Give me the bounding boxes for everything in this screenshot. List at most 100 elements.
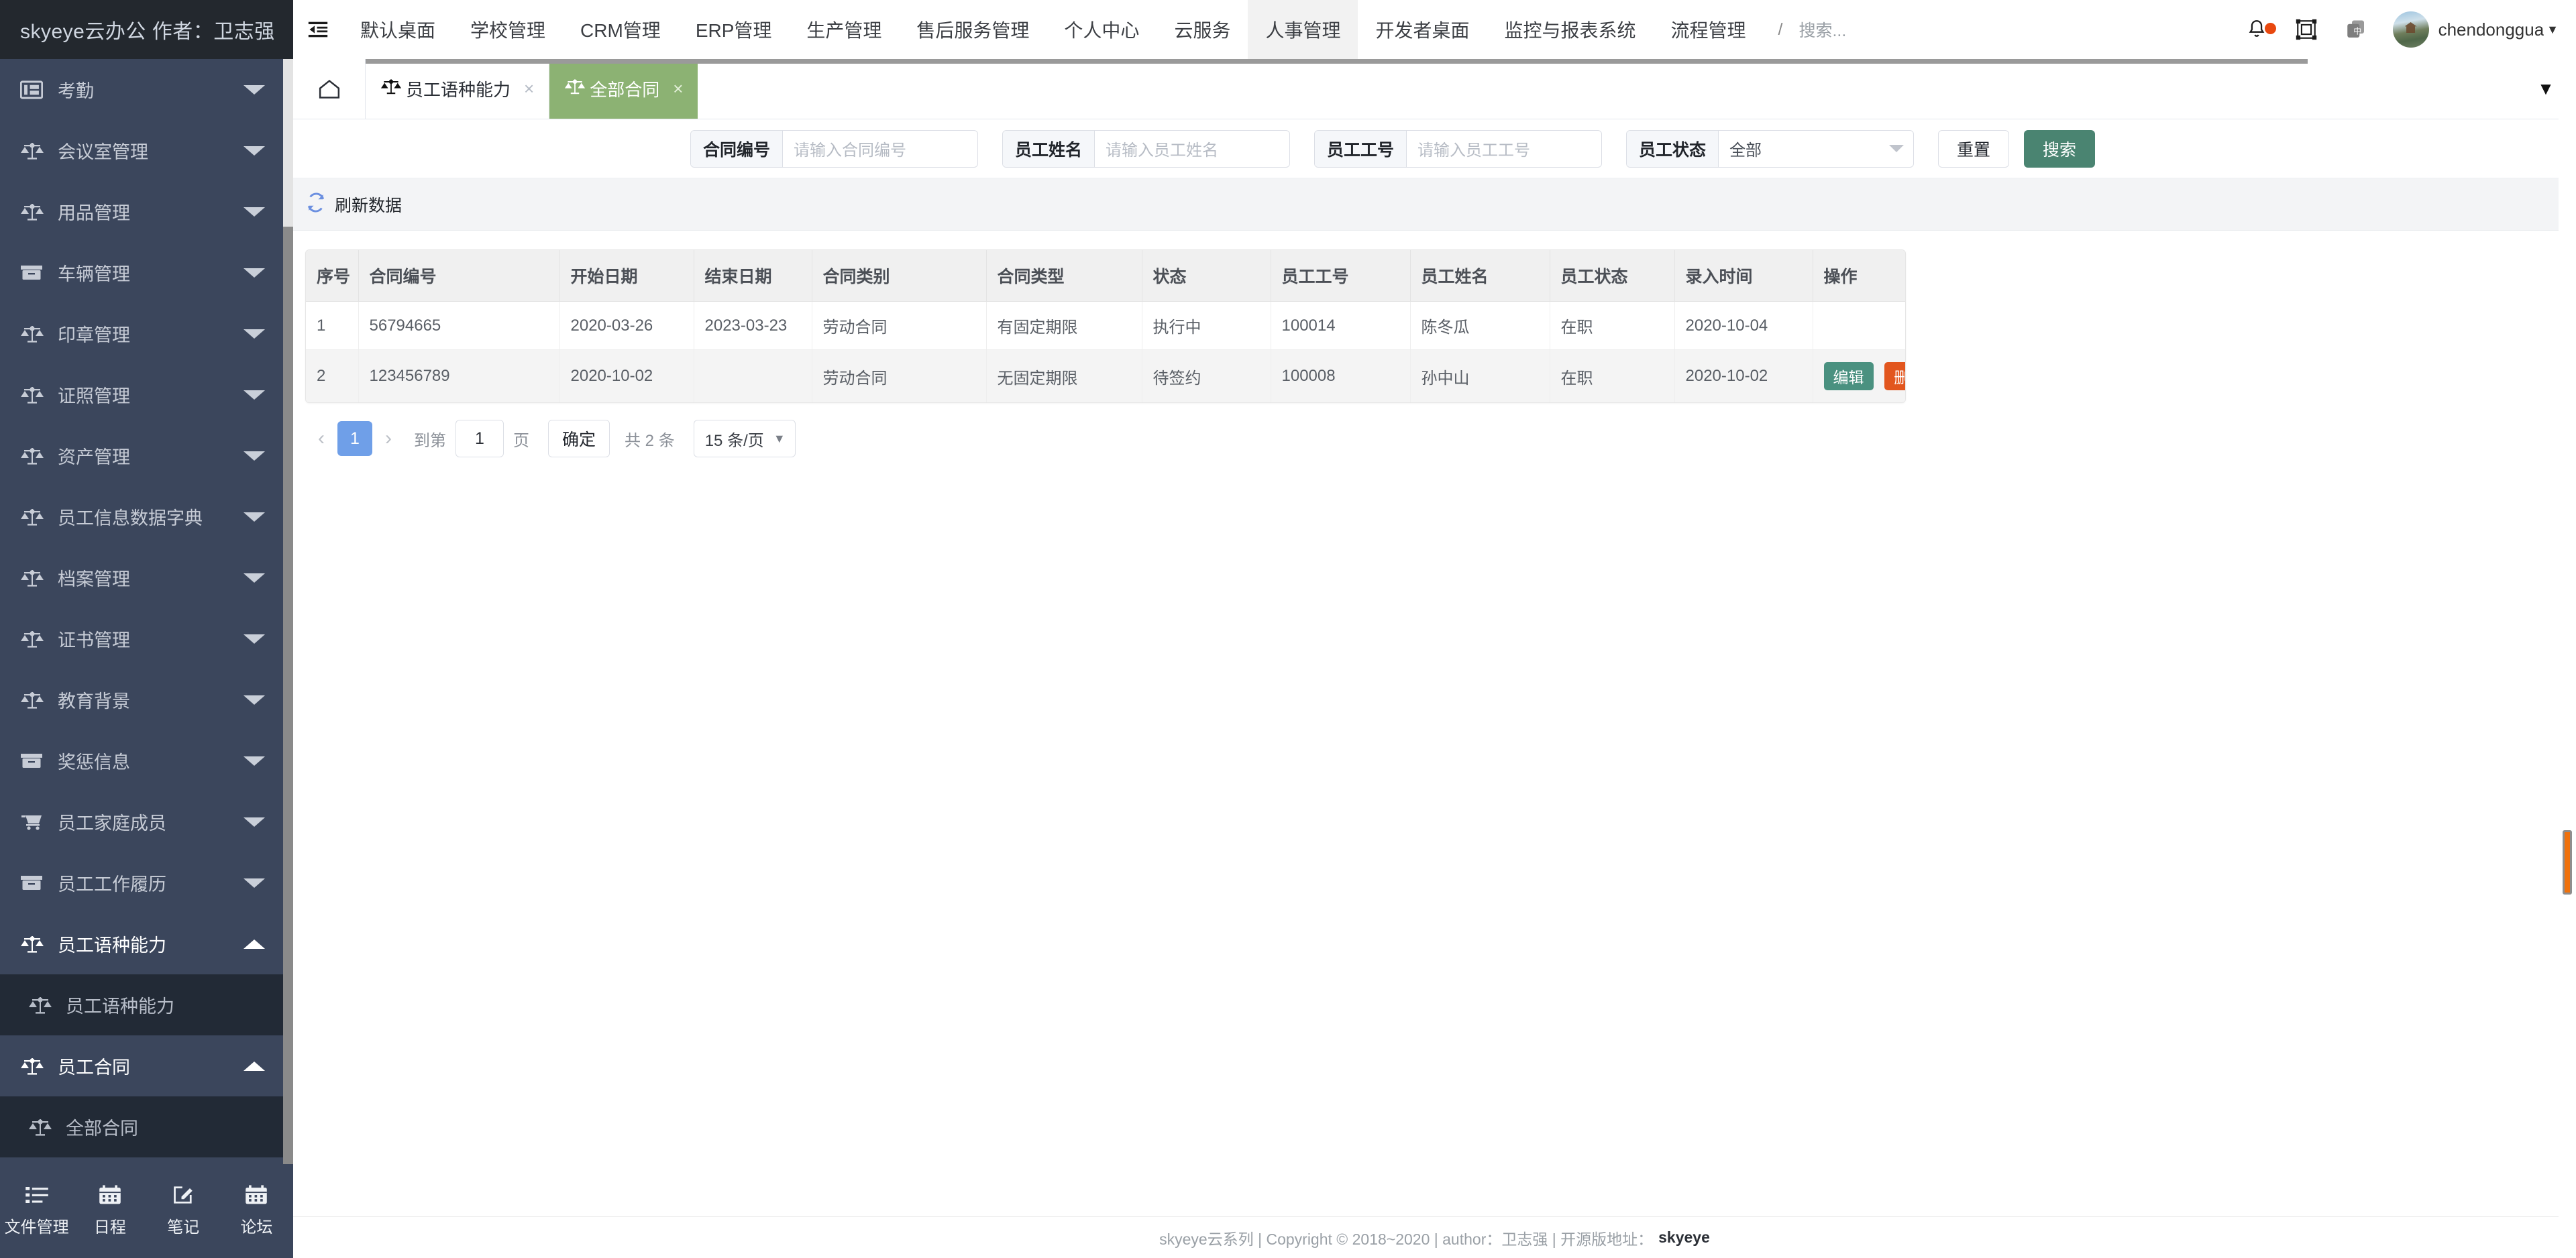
- sidebar-item-6[interactable]: 资产管理: [0, 425, 293, 486]
- table-col-7: 员工工号: [1271, 250, 1411, 302]
- employee-name-input[interactable]: 请输入员工姓名: [1095, 131, 1289, 167]
- search-button[interactable]: 搜索: [2024, 129, 2096, 168]
- chevron-up-icon[interactable]: [244, 1061, 265, 1071]
- sidebar-item-1[interactable]: 会议室管理: [0, 120, 293, 181]
- page-number-1[interactable]: 1: [337, 421, 372, 456]
- tab-employee-language[interactable]: 员工语种能力 ×: [366, 59, 550, 119]
- sidebar-item-5[interactable]: 证照管理: [0, 364, 293, 425]
- page-scrollbar-thumb[interactable]: [2563, 830, 2572, 895]
- sidebar-item-11[interactable]: 奖惩信息: [0, 730, 293, 791]
- sidebar-item-12[interactable]: 员工家庭成员: [0, 791, 293, 852]
- chevron-down-icon[interactable]: [244, 512, 265, 522]
- menu-fold-icon[interactable]: [293, 0, 343, 59]
- close-icon[interactable]: ×: [524, 78, 534, 99]
- username-label[interactable]: chendonggua: [2438, 19, 2544, 40]
- top-nav-item-10[interactable]: 监控与报表系统: [1487, 0, 1653, 59]
- sidebar-footer-file-manager[interactable]: 文件管理: [0, 1185, 73, 1237]
- sidebar-footer-label: 笔记: [167, 1218, 200, 1237]
- top-nav-item-2[interactable]: CRM管理: [563, 0, 678, 59]
- chevron-down-icon[interactable]: [244, 451, 265, 461]
- chevron-down-icon[interactable]: [244, 207, 265, 217]
- list-icon: [25, 1185, 49, 1208]
- sidebar-item-8[interactable]: 档案管理: [0, 547, 293, 608]
- chevron-down-icon[interactable]: [244, 390, 265, 400]
- chevron-down-icon[interactable]: [244, 878, 265, 888]
- top-nav-item-11[interactable]: 流程管理: [1654, 0, 1764, 59]
- avatar[interactable]: [2392, 11, 2429, 48]
- top-nav-item-4[interactable]: 生产管理: [789, 0, 899, 59]
- home-icon[interactable]: [293, 59, 366, 119]
- table-row[interactable]: 2 123456789 2020-10-02 劳动合同 无固定期限 待签约 10…: [306, 349, 1905, 402]
- chevron-down-icon[interactable]: ▼: [2546, 23, 2559, 37]
- delete-button[interactable]: 删除: [1884, 362, 1905, 390]
- sidebar-footer-notes[interactable]: 笔记: [147, 1185, 220, 1237]
- sidebar-item-label: 全部合同: [66, 1119, 138, 1139]
- scale-icon: [20, 935, 48, 953]
- cell-contract-type: 有固定期限: [986, 301, 1142, 350]
- prev-page-button[interactable]: ‹: [305, 422, 337, 455]
- bell-icon[interactable]: [2232, 0, 2282, 59]
- goto-page-input[interactable]: 1: [455, 420, 504, 457]
- table-row[interactable]: 1 56794665 2020-03-26 2023-03-23 劳动合同 有固…: [306, 301, 1905, 350]
- sidebar-footer-schedule[interactable]: 日程: [73, 1185, 146, 1237]
- top-nav-item-5[interactable]: 售后服务管理: [899, 0, 1046, 59]
- sidebar-item-2[interactable]: 用品管理: [0, 181, 293, 242]
- sidebar-item-15[interactable]: 员工语种能力: [0, 974, 293, 1035]
- chevron-down-icon[interactable]: [244, 634, 265, 644]
- sidebar-item-9[interactable]: 证书管理: [0, 608, 293, 669]
- chevron-down-icon[interactable]: [244, 84, 265, 95]
- goto-confirm-button[interactable]: 确定: [548, 420, 610, 457]
- page-scrollbar[interactable]: [2559, 59, 2576, 1258]
- chevron-down-icon[interactable]: [244, 268, 265, 278]
- top-nav-item-7[interactable]: 云服务: [1157, 0, 1248, 59]
- top-nav-item-1[interactable]: 学校管理: [453, 0, 563, 59]
- contract-number-input[interactable]: 请输入合同编号: [783, 131, 977, 167]
- page-size-select[interactable]: 15 条/页 ▼: [693, 420, 796, 457]
- employee-status-select[interactable]: 全部: [1719, 131, 1913, 167]
- chevron-down-icon[interactable]: [244, 573, 265, 583]
- table-col-0: 序号: [306, 250, 359, 302]
- chevron-down-icon[interactable]: [244, 695, 265, 705]
- tab-all-contracts[interactable]: 全部合同 ×: [549, 59, 698, 119]
- footer-link[interactable]: skyeye: [1658, 1228, 1710, 1247]
- chevron-down-icon[interactable]: [244, 329, 265, 339]
- sidebar-item-3[interactable]: 车辆管理: [0, 242, 293, 303]
- top-nav-item-9[interactable]: 开发者桌面: [1358, 0, 1487, 59]
- refresh-data-button[interactable]: 刷新数据: [305, 192, 402, 217]
- sidebar-item-label: 用品管理: [58, 203, 130, 223]
- chevron-down-icon[interactable]: [244, 817, 265, 827]
- global-search-input[interactable]: 搜索...: [1797, 17, 1846, 42]
- language-icon[interactable]: 中: [2331, 0, 2381, 59]
- top-nav-items: 默认桌面 学校管理 CRM管理 ERP管理 生产管理 售后服务管理 个人中心 云…: [343, 0, 1764, 59]
- tab-bar-scrollbar[interactable]: [366, 59, 2308, 64]
- top-nav-item-6[interactable]: 个人中心: [1046, 0, 1157, 59]
- close-icon[interactable]: ×: [673, 78, 683, 99]
- reset-button[interactable]: 重置: [1938, 129, 2010, 168]
- chevron-up-icon[interactable]: [244, 939, 265, 949]
- next-page-button[interactable]: ›: [372, 422, 405, 455]
- employee-number-input[interactable]: 请输入员工工号: [1407, 131, 1601, 167]
- cell-start-date: 2020-10-02: [559, 349, 694, 402]
- sidebar-item-14[interactable]: 员工语种能力: [0, 913, 293, 974]
- scale-icon: [20, 203, 48, 221]
- sidebar-item-13[interactable]: 员工工作履历: [0, 852, 293, 913]
- goto-suffix-label: 页: [513, 431, 529, 450]
- sidebar-item-16[interactable]: 员工合同: [0, 1035, 293, 1096]
- sidebar-item-17[interactable]: 全部合同: [0, 1096, 293, 1157]
- filter-employee-status: 员工状态 全部: [1626, 129, 1915, 168]
- top-nav-item-0[interactable]: 默认桌面: [343, 0, 453, 59]
- sidebar-scrollbar-thumb[interactable]: [283, 59, 293, 227]
- sidebar-footer-forum[interactable]: 论坛: [220, 1185, 293, 1237]
- top-nav-item-3[interactable]: ERP管理: [678, 0, 790, 59]
- sidebar-item-4[interactable]: 印章管理: [0, 303, 293, 364]
- top-nav-item-8[interactable]: 人事管理: [1248, 0, 1358, 59]
- sidebar-item-7[interactable]: 员工信息数据字典: [0, 486, 293, 547]
- edit-button[interactable]: 编辑: [1823, 362, 1874, 390]
- sidebar-item-0[interactable]: 考勤: [0, 59, 293, 120]
- chevron-down-icon[interactable]: [244, 146, 265, 156]
- sidebar-item-10[interactable]: 教育背景: [0, 669, 293, 730]
- chevron-down-icon[interactable]: [244, 756, 265, 766]
- sidebar-scrollbar[interactable]: [283, 59, 293, 1164]
- fullscreen-icon[interactable]: [2282, 0, 2331, 59]
- filter-contract-number: 合同编号 请输入合同编号: [690, 129, 979, 168]
